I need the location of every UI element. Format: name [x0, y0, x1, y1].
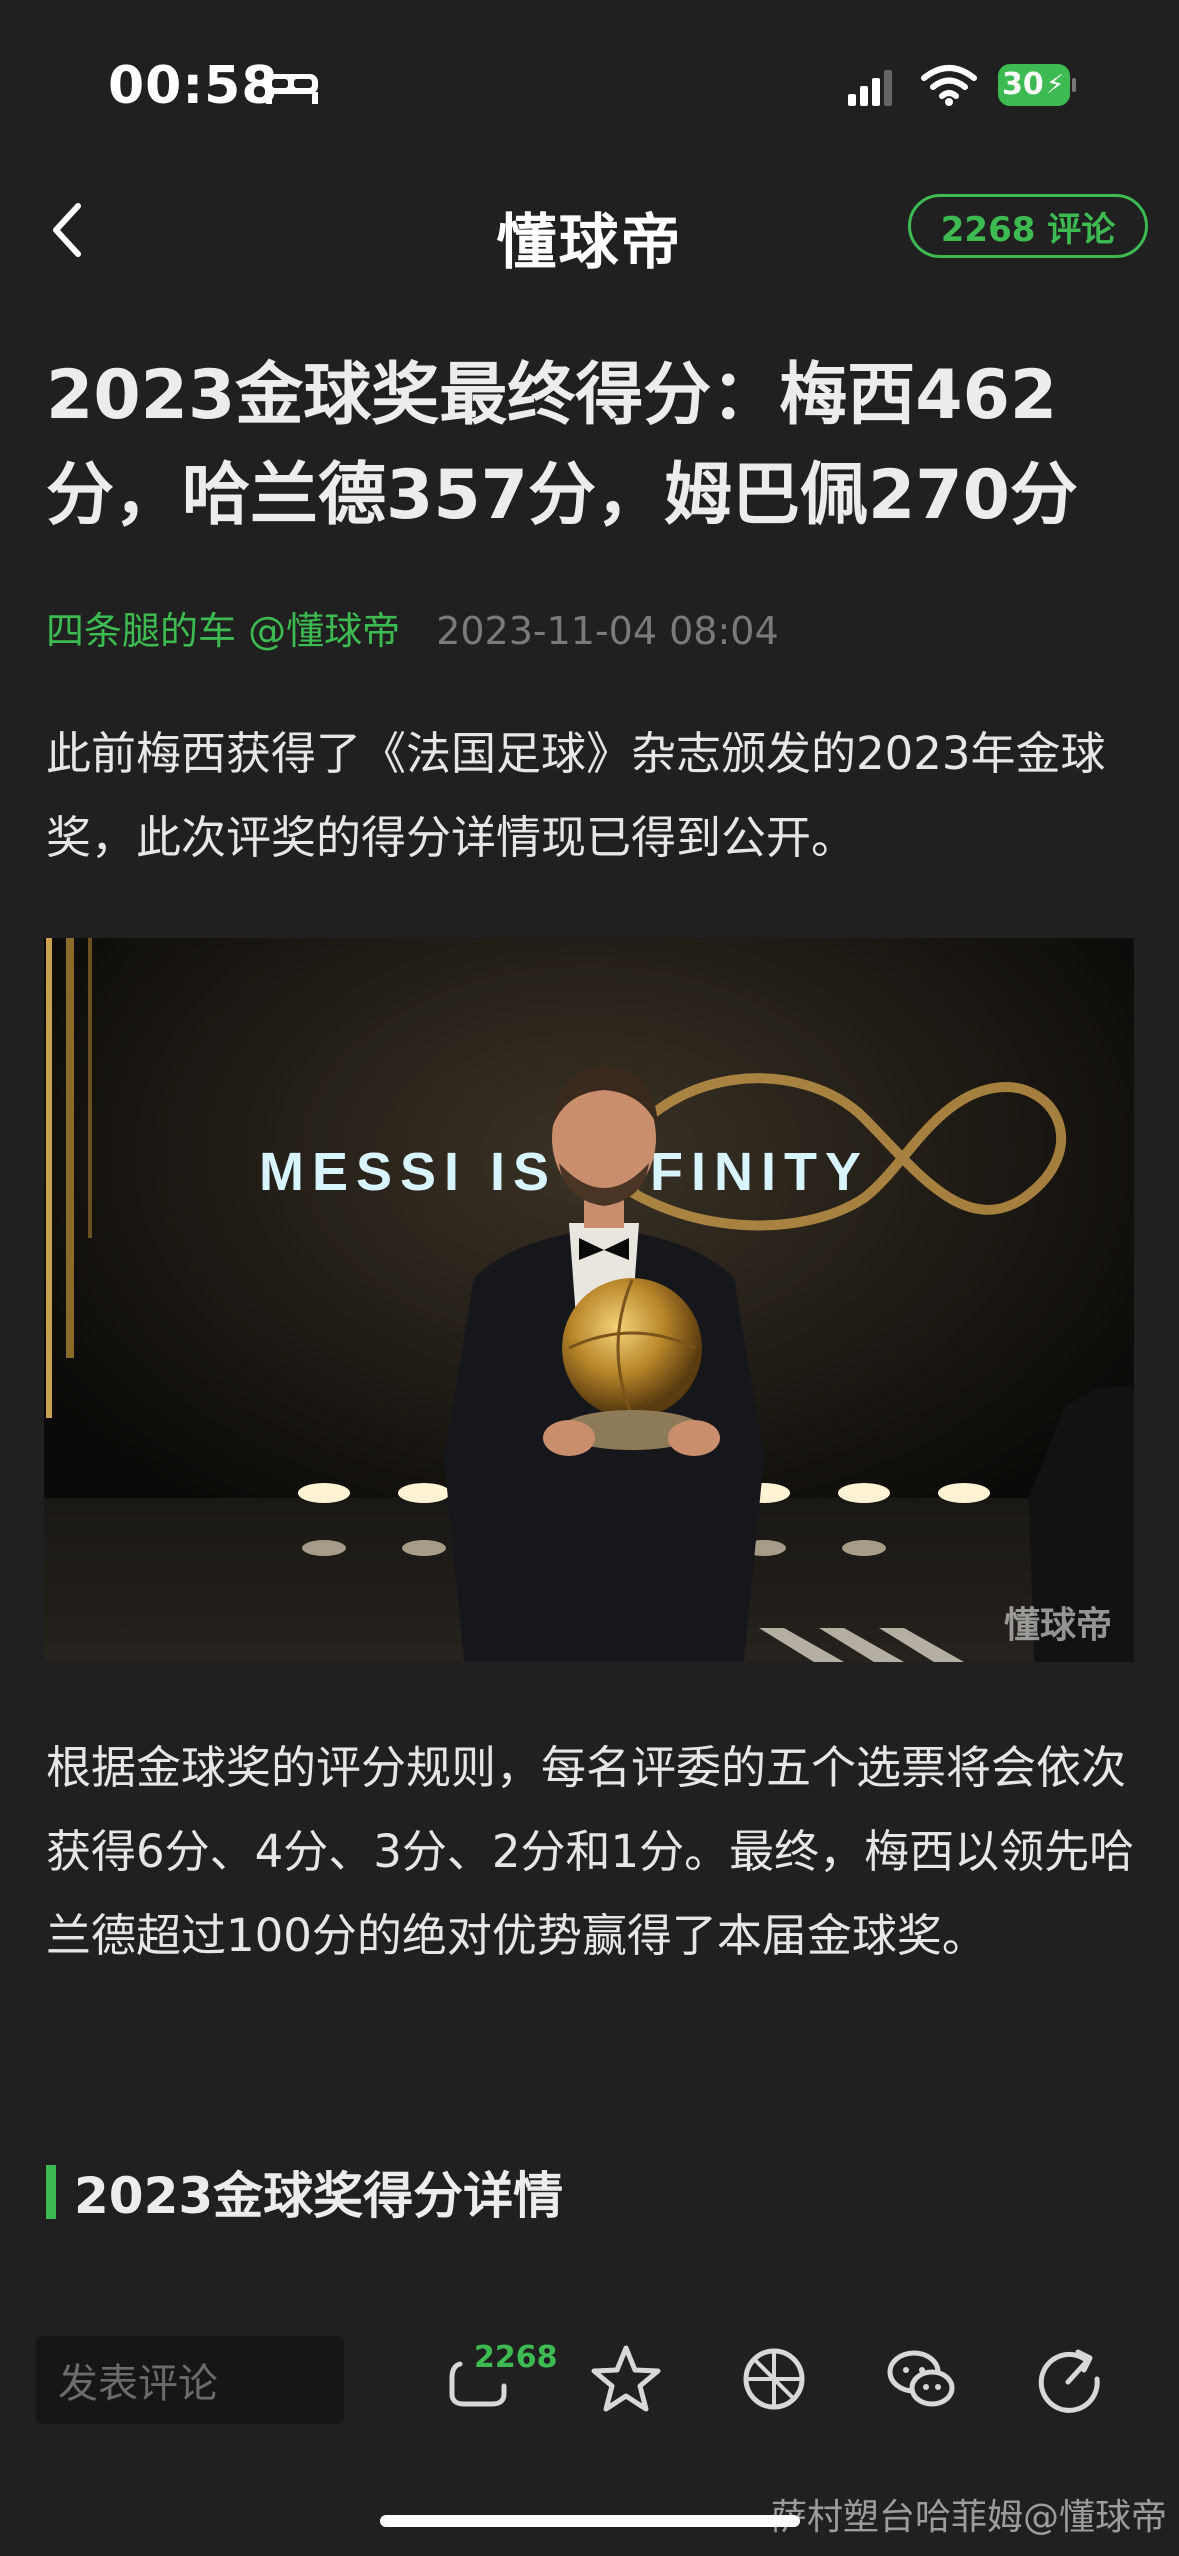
home-indicator — [380, 2515, 800, 2527]
article-author[interactable]: 四条腿的车 @懂球帝 — [46, 609, 400, 653]
battery-icon: 30 ⚡ — [998, 64, 1076, 108]
section-heading: 2023金球奖得分详情 — [46, 2162, 563, 2225]
article-paragraph-2: 根据金球奖的评分规则，每名评委的五个选票将会依次获得6分、4分、3分、2分和1分… — [46, 1741, 1135, 1962]
status-bar: 00:58 30 ⚡ — [0, 0, 1179, 170]
star-icon[interactable] — [585, 2338, 667, 2420]
overlay-watermark: 萨村塑台哈菲姆@懂球帝 — [770, 2497, 1167, 2538]
comment-count: 2268 — [474, 2340, 558, 2375]
wechat-icon[interactable] — [880, 2338, 962, 2420]
bottom-action-bar: 发表评论 2268 — [0, 2310, 1179, 2470]
comment-input[interactable]: 发表评论 — [36, 2336, 344, 2424]
charging-bolt-icon: ⚡ — [1046, 70, 1065, 100]
wifi-icon — [921, 65, 977, 106]
bed-icon — [266, 74, 318, 104]
moments-icon[interactable] — [733, 2338, 815, 2420]
nav-bar: 懂球帝 2268 评论 — [0, 180, 1179, 280]
article-date: 2023-11-04 08:04 — [436, 609, 779, 653]
article-title: 2023金球奖最终得分：梅西462分，哈兰德357分，姆巴佩270分 — [46, 356, 1078, 535]
article-meta: 四条腿的车 @懂球帝 2023-11-04 08:04 — [46, 600, 779, 655]
share-icon[interactable] — [1028, 2338, 1110, 2420]
comments-button[interactable]: 2268 评论 — [908, 194, 1148, 258]
article-paragraph-1: 此前梅西获得了《法国足球》杂志颁发的2023年金球奖，此次评奖的得分详情现已得到… — [46, 727, 1106, 864]
battery-level: 30 — [1002, 67, 1044, 102]
signal-icon — [848, 70, 892, 106]
status-time: 00:58 — [108, 56, 279, 116]
ceremony-image: MESSI IS INFINITY — [44, 938, 1134, 1662]
image-watermark: 懂球帝 — [1003, 1605, 1112, 1646]
section-accent-bar — [46, 2165, 56, 2219]
section-heading-text: 2023金球奖得分详情 — [74, 2167, 564, 2225]
article-photo[interactable]: MESSI IS INFINITY 懂球帝 — [44, 938, 1134, 1662]
